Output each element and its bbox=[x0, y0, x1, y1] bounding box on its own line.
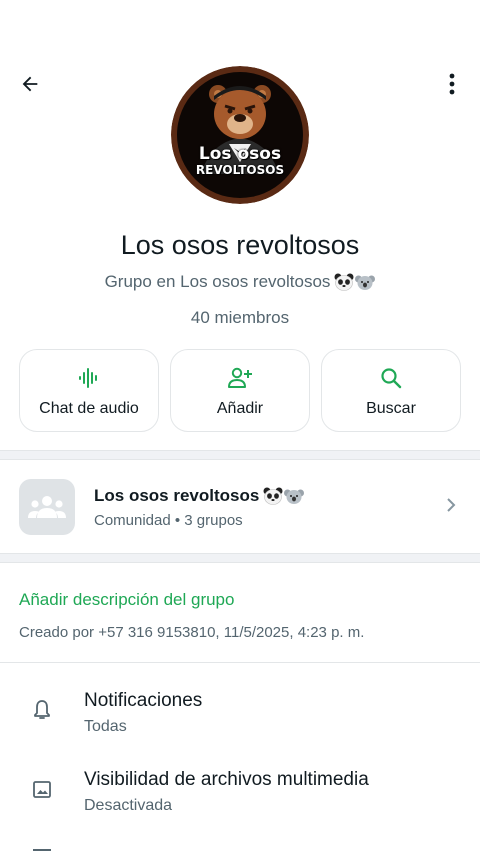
bear-emoji-icons bbox=[334, 273, 376, 291]
notifications-value: Todas bbox=[84, 718, 127, 735]
search-label: Buscar bbox=[366, 400, 416, 417]
more-vertical-icon bbox=[449, 73, 455, 95]
logo-text-line1: Los osos bbox=[198, 144, 282, 164]
bear-logo-image bbox=[171, 66, 309, 204]
media-visibility-value: Desactivada bbox=[84, 797, 173, 814]
media-visibility-title: Visibilidad de archivos multimedia bbox=[84, 769, 369, 790]
next-setting-icon-partial bbox=[33, 849, 51, 854]
created-by-text: Creado por +57 316 9153810, 11/5/2025, 4… bbox=[19, 624, 365, 641]
section-divider bbox=[0, 450, 480, 460]
group-name: Los osos revoltosos bbox=[120, 230, 360, 260]
search-icon bbox=[381, 368, 402, 389]
community-name-text: Los osos revoltosos bbox=[94, 486, 260, 505]
more-options-button[interactable] bbox=[432, 64, 472, 104]
koala-emoji-icon bbox=[355, 275, 376, 290]
section-divider bbox=[0, 553, 480, 563]
logo-text-line2: REVOLTOSOS bbox=[195, 163, 285, 177]
add-member-label: Añadir bbox=[216, 400, 264, 417]
community-subtitle: Comunidad • 3 grupos bbox=[94, 512, 243, 529]
search-button[interactable]: Buscar bbox=[321, 349, 461, 432]
panda-emoji-icon bbox=[334, 273, 354, 291]
media-visibility-setting[interactable]: Visibilidad de archivos multimedia Desac… bbox=[0, 769, 480, 829]
notifications-title: Notificaciones bbox=[84, 690, 203, 711]
back-button[interactable] bbox=[10, 64, 50, 104]
audio-chat-button[interactable]: Chat de audio bbox=[19, 349, 159, 432]
bell-icon bbox=[34, 700, 50, 719]
member-count: 40 miembros bbox=[190, 308, 290, 327]
audio-chat-label: Chat de audio bbox=[39, 400, 139, 417]
notifications-setting[interactable]: Notificaciones Todas bbox=[0, 690, 480, 750]
koala-emoji-icon bbox=[284, 489, 305, 504]
community-group-icon bbox=[28, 496, 66, 518]
audio-waveform-icon bbox=[79, 368, 97, 388]
bear-emoji-icons bbox=[263, 487, 305, 505]
add-member-button[interactable]: Añadir bbox=[170, 349, 310, 432]
community-avatar bbox=[19, 479, 75, 535]
group-avatar[interactable]: Los osos REVOLTOSOS bbox=[171, 66, 309, 204]
divider-line bbox=[0, 662, 480, 663]
group-subtitle-text: Grupo en Los osos revoltosos bbox=[104, 272, 331, 291]
logo-text: Los osos REVOLTOSOS bbox=[171, 144, 309, 177]
community-row[interactable]: Los osos revoltosos Comunidad • 3 grupos bbox=[0, 462, 480, 552]
add-description-link[interactable]: Añadir descripción del grupo bbox=[19, 590, 234, 610]
add-person-icon bbox=[228, 367, 252, 388]
chevron-right-icon bbox=[447, 498, 456, 512]
community-name: Los osos revoltosos bbox=[94, 486, 305, 506]
arrow-left-icon bbox=[22, 76, 38, 92]
group-subtitle: Grupo en Los osos revoltosos bbox=[0, 272, 480, 292]
image-icon bbox=[33, 781, 51, 798]
panda-emoji-icon bbox=[263, 487, 283, 505]
